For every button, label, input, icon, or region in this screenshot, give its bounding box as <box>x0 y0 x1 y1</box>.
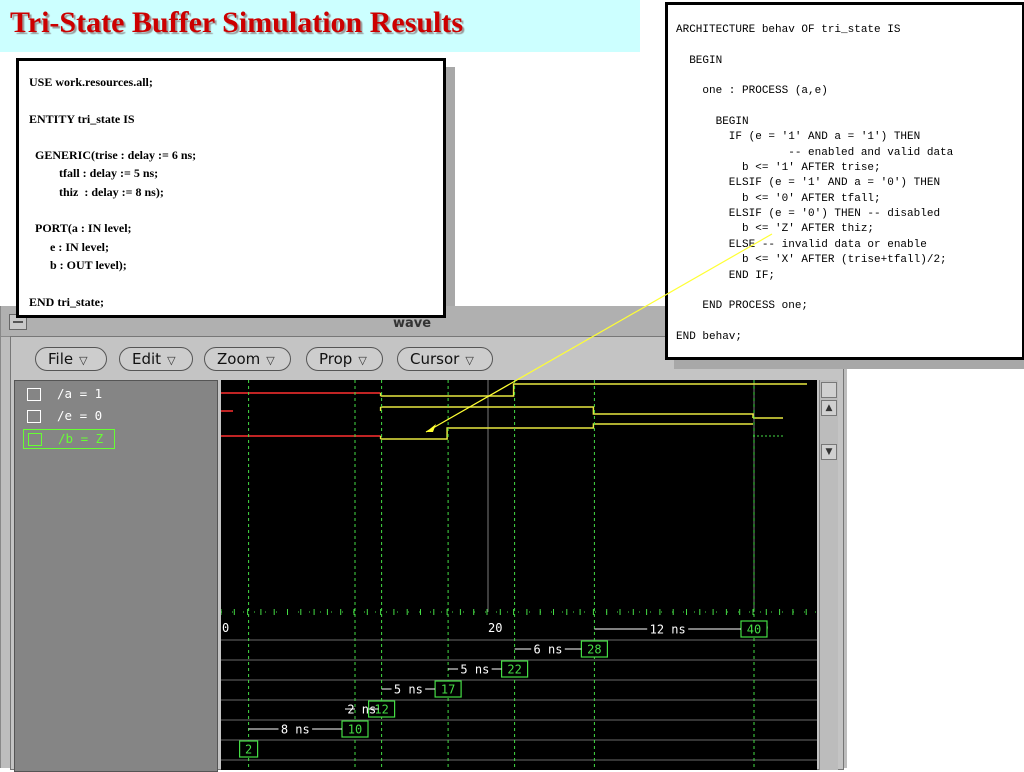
cursor-time-label: 2 <box>245 743 252 757</box>
cursor-delta-label: 8 ns <box>281 723 310 737</box>
signal-label: /b = Z <box>58 431 104 446</box>
time-axis-label: 0 <box>222 621 229 635</box>
signal-checkbox[interactable] <box>27 410 41 423</box>
wave-window-title: wave <box>393 316 432 331</box>
signal-label: /a = 1 <box>57 386 103 401</box>
time-axis-label: 20 <box>488 621 502 635</box>
vertical-scrollbar[interactable]: ▲ ▼ <box>819 380 838 770</box>
cursor-delta-label: 12 ns <box>650 623 686 637</box>
wave-window: wave File ▽ Edit ▽ Zoom ▽ Prop ▽ Cursor ▽ /a = 1/… <box>0 306 847 772</box>
signal-row[interactable]: /b = Z <box>23 429 115 449</box>
chevron-down-icon: ▽ <box>167 354 176 367</box>
menu-label: Edit <box>132 350 162 368</box>
cursor-time-label: 10 <box>348 723 362 737</box>
cursor-delta-label: 5 ns <box>394 683 423 697</box>
signal-b-wave <box>380 423 753 440</box>
entity-code-box: USE work.resources.all; ENTITY tri_state… <box>16 58 446 318</box>
cursor-time-label: 40 <box>747 623 761 637</box>
cursor-time-label: 28 <box>587 643 601 657</box>
wave-client-area: File ▽ Edit ▽ Zoom ▽ Prop ▽ Cursor ▽ /a = 1/e = 0… <box>10 336 844 772</box>
chevron-down-icon: ▽ <box>358 354 367 367</box>
chevron-down-icon: ▽ <box>465 354 474 367</box>
signal-checkbox[interactable] <box>27 388 41 401</box>
menu-label: File <box>48 350 74 368</box>
signal-e-wave <box>380 406 754 418</box>
menu-label: Cursor <box>410 350 460 368</box>
architecture-code: ARCHITECTURE behav OF tri_state IS BEGIN… <box>676 24 954 343</box>
chevron-down-icon: ▽ <box>79 354 88 367</box>
menu-prop[interactable]: Prop ▽ <box>306 347 383 371</box>
waveform-canvas: 020402108 ns122 ns175 ns225 ns286 ns4012… <box>221 380 817 770</box>
scroll-up-icon[interactable]: ▲ <box>821 400 837 416</box>
scroll-top-icon[interactable] <box>821 382 837 398</box>
menu-label: Zoom <box>217 350 261 368</box>
scroll-down-icon[interactable]: ▼ <box>821 444 837 460</box>
cursor-time-label: 22 <box>507 663 521 677</box>
menu-label: Prop <box>319 350 353 368</box>
menu-edit[interactable]: Edit ▽ <box>119 347 193 371</box>
menu-zoom[interactable]: Zoom ▽ <box>204 347 291 371</box>
signal-label: /e = 0 <box>57 408 103 423</box>
waveform-area[interactable]: 020402108 ns122 ns175 ns225 ns286 ns4012… <box>221 380 817 770</box>
entity-code: USE work.resources.all; ENTITY tri_state… <box>29 75 197 309</box>
cursor-delta-label: 5 ns <box>460 663 489 677</box>
cursor-delta-label: 6 ns <box>534 643 563 657</box>
chevron-down-icon: ▽ <box>266 354 275 367</box>
signal-row[interactable]: /a = 1 <box>23 385 113 403</box>
menu-file[interactable]: File ▽ <box>35 347 107 371</box>
signal-row[interactable]: /e = 0 <box>23 407 113 425</box>
signal-checkbox[interactable] <box>28 433 42 446</box>
signal-a-wave <box>380 383 807 397</box>
cursor-time-label: 17 <box>441 683 455 697</box>
slide-title: Tri-State Buffer Simulation Results <box>10 6 464 39</box>
menu-cursor[interactable]: Cursor ▽ <box>397 347 493 371</box>
architecture-code-box: ARCHITECTURE behav OF tri_state IS BEGIN… <box>665 2 1024 360</box>
signal-list: /a = 1/e = 0/b = Z <box>14 380 218 772</box>
